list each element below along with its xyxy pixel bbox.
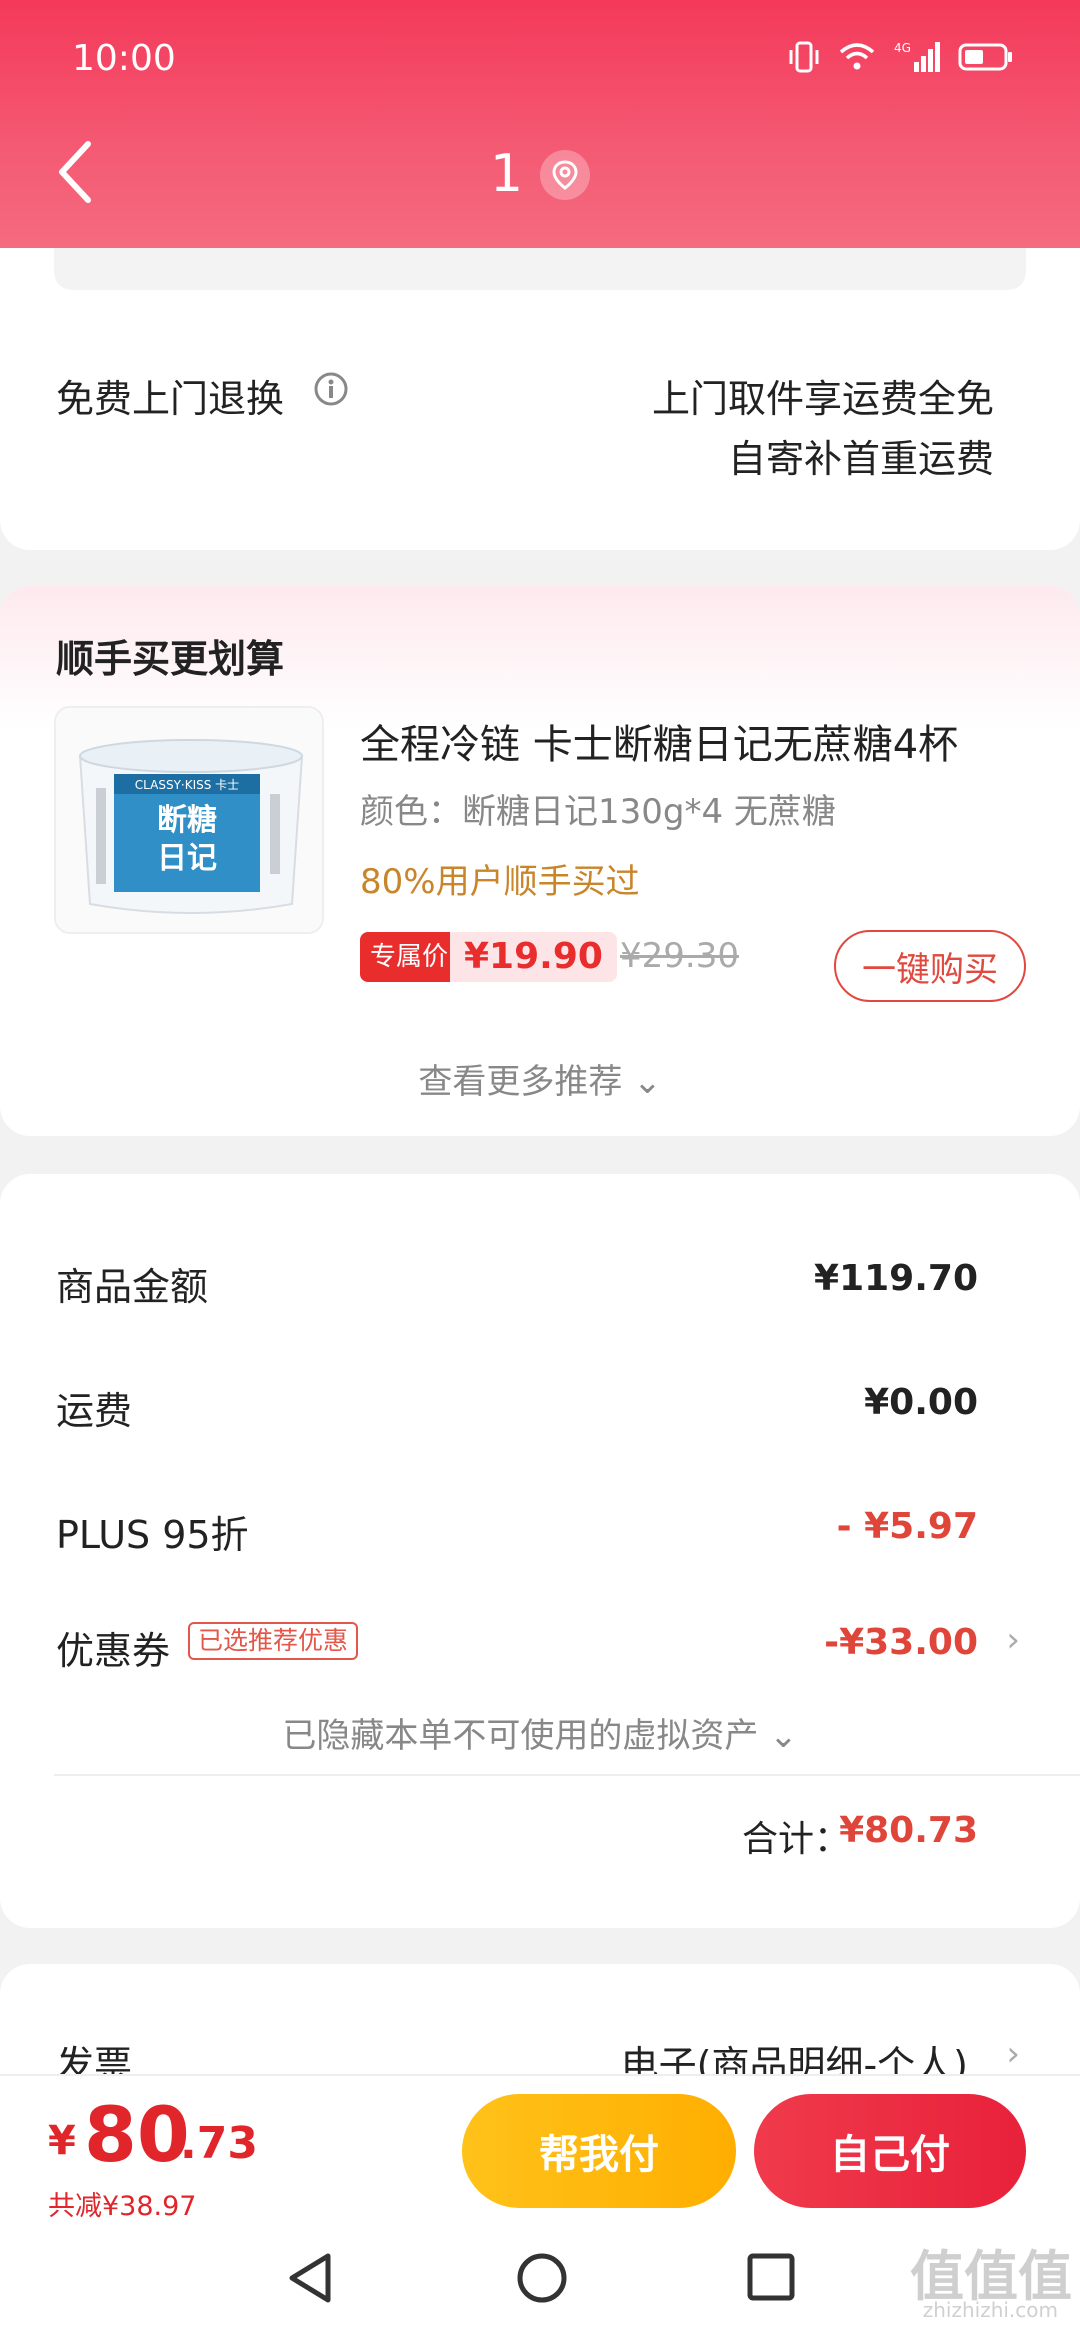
chevron-right-icon[interactable]: › bbox=[1006, 2034, 1020, 2074]
shipping-label: 运费 bbox=[56, 1389, 133, 1433]
plus-discount-label: PLUS 95折 bbox=[56, 1513, 249, 1557]
wifi-icon bbox=[839, 43, 875, 70]
product-original-price: ¥29.30 bbox=[620, 936, 739, 976]
header-bar: 10:00 4G 1 bbox=[0, 0, 1080, 248]
total-label: 合计： bbox=[741, 1819, 850, 1860]
image-title-line1: 断糖 bbox=[157, 803, 217, 838]
image-title-line2: 日记 bbox=[157, 841, 217, 876]
info-icon[interactable] bbox=[312, 370, 350, 408]
plus-discount-value: - ¥5.97 bbox=[836, 1506, 978, 1547]
shipping-value: ¥0.00 bbox=[864, 1382, 978, 1423]
help-me-pay-button[interactable]: 帮我付 bbox=[462, 2094, 736, 2208]
image-brand-text: CLASSY·KISS 卡士 bbox=[135, 778, 239, 792]
recommend-title: 顺手买更划算 bbox=[56, 637, 285, 681]
divider bbox=[54, 1774, 1080, 1776]
status-icons: 4G bbox=[788, 40, 1014, 74]
location-pin-icon bbox=[552, 160, 578, 190]
nav-back-icon[interactable] bbox=[284, 2250, 336, 2306]
hidden-assets-toggle[interactable]: 已隐藏本单不可使用的虚拟资产 ⌄ bbox=[0, 1708, 1080, 1757]
recommend-card: 顺手买更划算 CLASSY·KISS 卡士 断糖 日记 全程冷链 卡士断糖日记无… bbox=[0, 586, 1080, 1136]
product-image[interactable]: CLASSY·KISS 卡士 断糖 日记 bbox=[54, 706, 324, 934]
system-nav-bar: 值值值 zhizhizhi.com bbox=[0, 2224, 1080, 2340]
exclusive-price-tag: 专属价 bbox=[360, 932, 459, 982]
location-button[interactable] bbox=[540, 150, 590, 200]
prev-section-edge bbox=[54, 248, 1026, 290]
product-price: ¥19.90 bbox=[450, 932, 617, 982]
coupon-label[interactable]: 优惠券 bbox=[56, 1620, 170, 1675]
return-policy-line1: 上门取件享运费全免 bbox=[651, 377, 994, 421]
more-recommendations-link[interactable]: 查看更多推荐 ⌄ bbox=[0, 1054, 1080, 1103]
coupon-value[interactable]: -¥33.00 bbox=[824, 1622, 978, 1663]
pay-myself-button[interactable]: 自己付 bbox=[754, 2094, 1026, 2208]
signal-icon: 4G bbox=[894, 41, 940, 72]
one-click-buy-button[interactable]: 一键购买 bbox=[834, 930, 1026, 1002]
return-policy-title: 免费上门退换 bbox=[56, 377, 285, 421]
order-summary-card: 商品金额 ¥119.70 运费 ¥0.00 PLUS 95折 - ¥5.97 优… bbox=[0, 1174, 1080, 1928]
return-policy-line2: 自寄补首重运费 bbox=[727, 437, 994, 481]
product-spec: 颜色：断糖日记130g*4 无蔗糖 bbox=[360, 792, 836, 832]
svg-text:4G: 4G bbox=[894, 41, 911, 55]
return-policy-card: 免费上门退换 上门取件享运费全免 自寄补首重运费 bbox=[0, 200, 1080, 550]
goods-amount-label: 商品金额 bbox=[56, 1265, 209, 1309]
pay-amount-integer: 80 bbox=[84, 2090, 190, 2179]
goods-amount-value: ¥119.70 bbox=[814, 1258, 978, 1299]
pay-currency: ¥ bbox=[48, 2118, 76, 2164]
vibrate-icon bbox=[789, 41, 819, 73]
pay-saved-amount: 共减¥38.97 bbox=[48, 2191, 197, 2222]
chevron-right-icon[interactable]: › bbox=[1006, 1620, 1020, 1660]
yogurt-cup-image: CLASSY·KISS 卡士 断糖 日记 bbox=[56, 708, 322, 932]
coupon-badge: 已选推荐优惠 bbox=[188, 1622, 359, 1660]
chevron-left-icon bbox=[59, 141, 91, 203]
battery-icon bbox=[958, 43, 1012, 71]
nav-home-icon[interactable] bbox=[514, 2250, 570, 2306]
product-name[interactable]: 全程冷链 卡士断糖日记无蔗糖4杯 bbox=[360, 712, 958, 770]
status-time: 10:00 bbox=[72, 38, 176, 79]
watermark-url: zhizhizhi.com bbox=[922, 2298, 1058, 2322]
back-button[interactable] bbox=[56, 140, 106, 210]
pay-amount-decimal: .73 bbox=[180, 2118, 258, 2169]
total-value: ¥80.73 bbox=[839, 1810, 978, 1851]
page-title: 1 bbox=[490, 144, 524, 204]
nav-recent-apps-icon[interactable] bbox=[746, 2252, 796, 2302]
payment-bar: ¥ 80 .73 共减¥38.97 帮我付 自己付 bbox=[0, 2074, 1080, 2224]
product-bought-rate: 80%用户顺手买过 bbox=[360, 862, 640, 902]
